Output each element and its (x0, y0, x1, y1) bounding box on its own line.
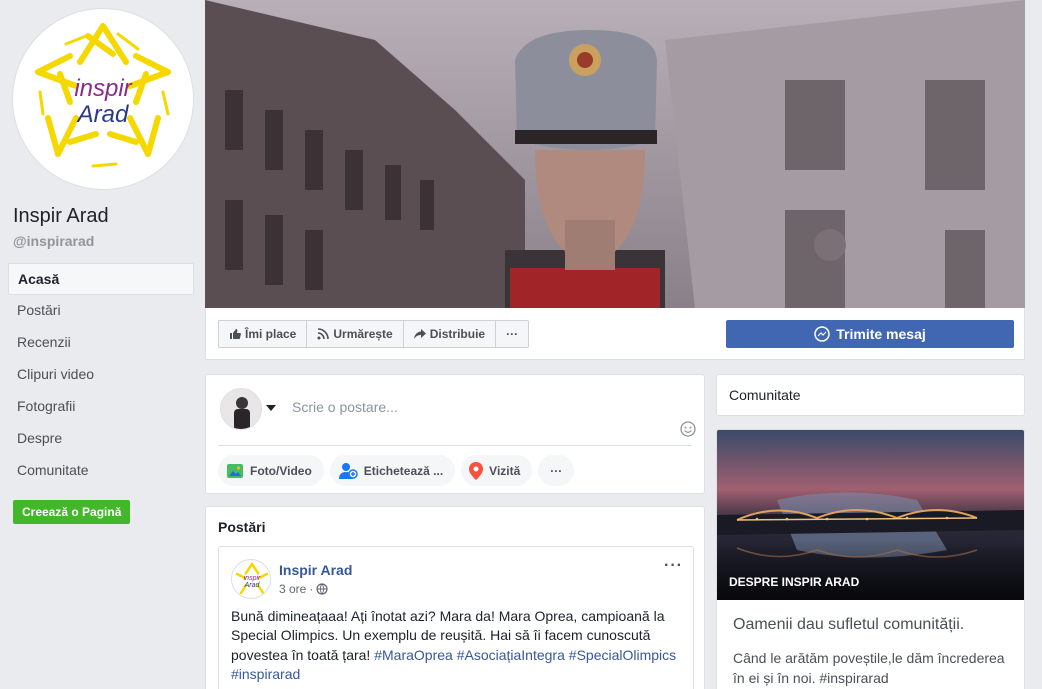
composer-avatar[interactable] (220, 388, 262, 430)
nav-item-videos[interactable]: Clipuri video (8, 359, 194, 391)
nav-item-photos[interactable]: Fotografii (8, 391, 194, 423)
about-headline: Oamenii dau sufletul comunității. (733, 616, 965, 633)
rss-icon (317, 328, 330, 340)
nav-item-reviews[interactable]: Recenzii (8, 327, 194, 359)
nav-item-posts[interactable]: Postări (8, 295, 194, 327)
cover-photo-image (205, 0, 1025, 308)
photo-video-button[interactable]: Foto/Video (218, 455, 324, 486)
logo-text-inspir: inspir (74, 75, 132, 102)
about-text: Când le arătăm poveștile,le dăm încreder… (733, 650, 1005, 686)
check-in-label: Vizită (489, 463, 521, 478)
inspir-arad-logo: inspir Arad (35, 23, 171, 168)
send-message-button[interactable]: Trimite mesaj (726, 320, 1014, 348)
composer-more-button[interactable]: ··· (538, 455, 575, 486)
inspir-arad-logo-small: inspir Arad (235, 562, 269, 595)
post-author-avatar[interactable]: inspir Arad (231, 559, 271, 599)
globe-icon[interactable] (316, 583, 328, 595)
tag-people-icon (338, 462, 358, 479)
photo-icon (227, 463, 243, 478)
community-card-title[interactable]: Comunitate (716, 374, 1025, 416)
posts-section-title: Postări (218, 519, 266, 535)
like-page-label: Îmi place (245, 327, 297, 341)
cover-photo[interactable] (205, 0, 1025, 308)
post-body: Bună dimineațaaa! Ați înotat azi? Mara d… (231, 607, 681, 684)
about-label: DESPRE INSPIR ARAD (729, 575, 860, 589)
post-meta-separator: · (309, 582, 314, 596)
posts-section: Postări inspir Arad Inspir Arad 3 ore · … (205, 506, 705, 689)
page-nav: Acasă Postări Recenzii Clipuri video Fot… (8, 263, 194, 487)
emoji-icon[interactable] (680, 421, 696, 437)
share-arrow-icon (413, 329, 426, 339)
nav-item-community[interactable]: Comunitate (8, 455, 194, 487)
about-card: DESPRE INSPIR ARAD Oamenii dau sufletul … (716, 429, 1025, 689)
page-action-bar: Îmi place Urmărește Distribuie ··· Trimi… (205, 308, 1025, 360)
post-composer: Scrie o postare... Foto/Video Eticheteaz… (205, 374, 705, 494)
composer-input[interactable]: Scrie o postare... (292, 399, 398, 415)
hashtag-link[interactable]: #inspirarad (231, 666, 300, 682)
hashtag-link[interactable]: #AsociațiaIntegra (457, 647, 565, 663)
small-logo-text-arad: Arad (244, 582, 261, 589)
photo-video-label: Foto/Video (250, 463, 312, 478)
page-actions-group: Îmi place Urmărește Distribuie ··· (218, 320, 530, 348)
nav-item-about[interactable]: Despre (8, 423, 194, 455)
messenger-icon (814, 326, 830, 342)
thumbs-up-icon (230, 329, 241, 339)
create-page-button[interactable]: Creează o Pagină (13, 500, 131, 524)
page-profile-picture[interactable]: inspir Arad (12, 8, 194, 190)
like-page-button[interactable]: Îmi place (219, 321, 308, 347)
nav-item-home[interactable]: Acasă (8, 263, 194, 295)
about-image[interactable]: DESPRE INSPIR ARAD (717, 430, 1024, 600)
tag-people-label: Etichetează ... (363, 463, 444, 478)
page-username[interactable]: @inspirarad (13, 233, 94, 249)
small-logo-text-inspir: inspir (244, 575, 261, 582)
send-message-label: Trimite mesaj (836, 326, 926, 342)
page-title: Inspir Arad (13, 205, 109, 227)
post-options-button[interactable]: ··· (664, 557, 683, 575)
composer-divider (218, 445, 692, 446)
post-card: inspir Arad Inspir Arad 3 ore · ··· Bună… (218, 546, 694, 689)
check-in-button[interactable]: Vizită (461, 455, 533, 486)
more-actions-button[interactable]: ··· (496, 321, 528, 347)
user-avatar-image (221, 389, 261, 429)
hashtag-link[interactable]: #MaraOprea (374, 647, 453, 663)
location-pin-icon (469, 461, 484, 480)
composer-actions: Foto/Video Etichetează ... Vizită ··· (218, 455, 575, 486)
post-author-name[interactable]: Inspir Arad (279, 562, 352, 578)
share-button[interactable]: Distribuie (404, 321, 497, 347)
hashtag-link[interactable]: #SpecialOlimpics (569, 647, 676, 663)
post-timestamp[interactable]: 3 ore (279, 582, 306, 596)
share-label: Distribuie (429, 327, 486, 341)
follow-button[interactable]: Urmărește (307, 321, 404, 347)
logo-text-arad: Arad (76, 101, 129, 128)
chevron-down-icon[interactable] (266, 405, 276, 411)
tag-people-button[interactable]: Etichetează ... (329, 455, 456, 486)
follow-label: Urmărește (333, 327, 393, 341)
post-meta: 3 ore · (279, 582, 328, 596)
